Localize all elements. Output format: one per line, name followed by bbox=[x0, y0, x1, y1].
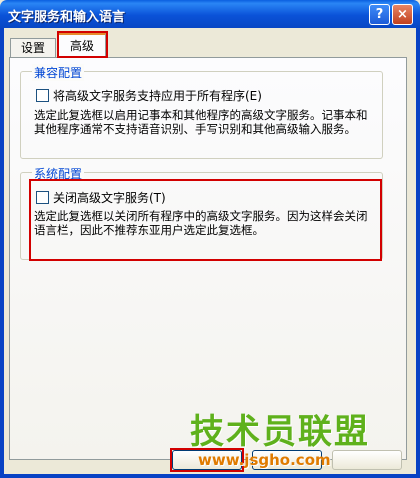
dialog-window: 文字服务和输入语言 ? × 设置 高级 兼容配置 将高级文字服务支持应用于所有程… bbox=[0, 0, 420, 478]
window-frame-right bbox=[416, 28, 420, 478]
system-highlight-box bbox=[29, 179, 382, 261]
compat-checkbox-label[interactable]: 将高级文字服务支持应用于所有程序(E) bbox=[53, 87, 262, 104]
tab-settings[interactable]: 设置 bbox=[10, 38, 56, 58]
compat-group-title: 兼容配置 bbox=[32, 64, 85, 81]
title-bar[interactable]: 文字服务和输入语言 ? × bbox=[0, 0, 420, 28]
help-button[interactable]: ? bbox=[369, 4, 390, 25]
compat-checkbox[interactable] bbox=[36, 89, 49, 102]
window-title: 文字服务和输入语言 bbox=[8, 10, 126, 25]
tab-highlight-box bbox=[57, 31, 108, 58]
window-frame-left bbox=[0, 28, 4, 478]
watermark-url: www.jsgho.com bbox=[198, 451, 331, 469]
watermark-logo: 技术员联盟 bbox=[190, 412, 370, 452]
window-frame-bottom bbox=[0, 474, 420, 478]
apply-button[interactable] bbox=[332, 450, 402, 470]
compat-description: 选定此复选框以启用记事本和其他程序的高级文字服务。记事本和其他程序通常不支持语音… bbox=[34, 108, 368, 136]
close-button[interactable]: × bbox=[392, 4, 413, 25]
